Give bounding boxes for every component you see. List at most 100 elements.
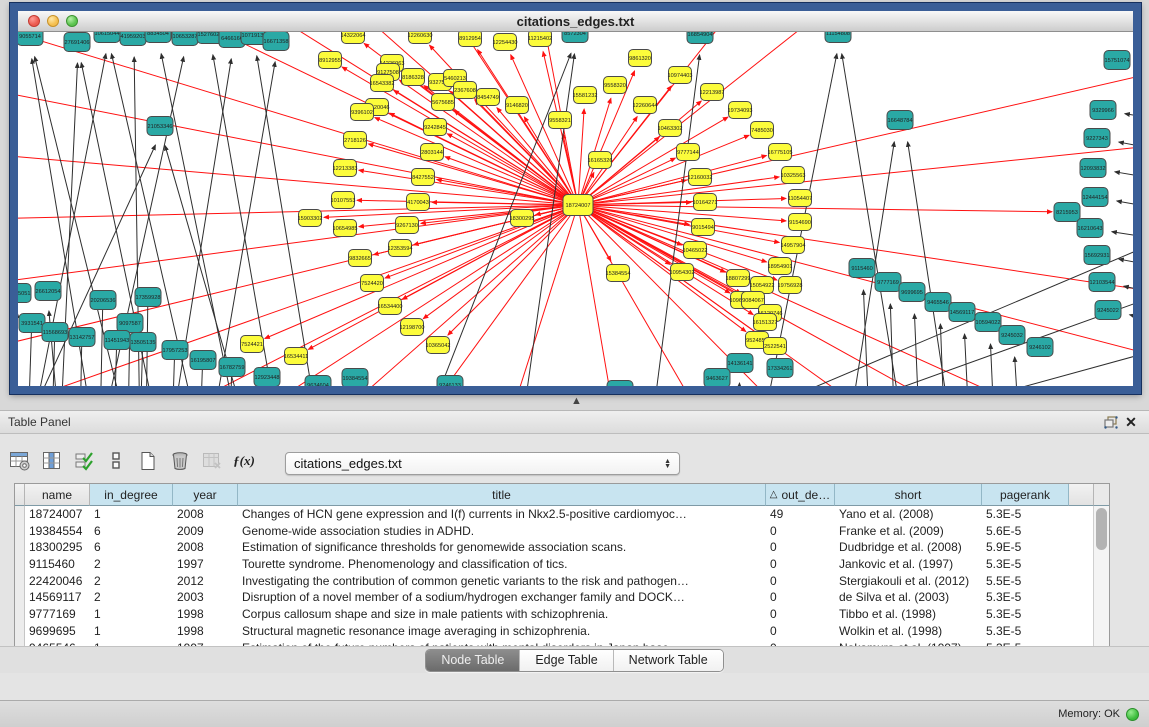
- select-rows-button[interactable]: [72, 449, 96, 473]
- table-row[interactable]: 1938455462009Genome-wide association stu…: [15, 523, 1109, 540]
- graph-node[interactable]: 9465546: [925, 293, 951, 312]
- graph-node[interactable]: 9154690: [789, 214, 812, 231]
- tab-node-table[interactable]: Node Table: [426, 650, 520, 671]
- graph-node[interactable]: 12213383: [333, 160, 358, 177]
- minimize-window-button[interactable]: [47, 15, 59, 27]
- graph-node[interactable]: 15054922: [750, 277, 775, 294]
- table-row[interactable]: 2242004622012Investigating the contribut…: [15, 573, 1109, 590]
- graph-node[interactable]: 9558321: [549, 112, 572, 129]
- graph-node[interactable]: 3931541: [19, 314, 45, 333]
- graph-node[interactable]: 17957253: [162, 341, 188, 360]
- graph-node[interactable]: 12353594: [388, 240, 413, 257]
- graph-node[interactable]: 12160032: [688, 169, 713, 186]
- graph-node[interactable]: 8186328: [402, 69, 425, 86]
- tab-network-table[interactable]: Network Table: [614, 650, 723, 671]
- graph-node[interactable]: 9832665: [349, 250, 372, 267]
- graph-node[interactable]: 9463627: [704, 369, 730, 387]
- graph-node[interactable]: 9777144: [677, 144, 700, 161]
- column-header-title[interactable]: title: [238, 484, 766, 506]
- graph-node[interactable]: 2718126: [344, 132, 367, 149]
- delete-table-button[interactable]: [200, 449, 224, 473]
- column-header-out_degree[interactable]: △out_de…: [766, 484, 835, 506]
- graph-node[interactable]: 16648784: [887, 111, 913, 130]
- graph-node[interactable]: 15751074: [1104, 51, 1130, 70]
- graph-node[interactable]: 15692931: [1084, 246, 1110, 265]
- graph-node[interactable]: 10954302: [670, 264, 695, 281]
- graph-node[interactable]: 12103544: [1089, 273, 1115, 292]
- graph-node[interactable]: 8427552: [412, 169, 435, 186]
- network-canvas[interactable]: 9055714276914061061504441959203883450410…: [18, 32, 1133, 386]
- graph-node[interactable]: 16854904: [687, 32, 713, 44]
- graph-node[interactable]: 10974403: [668, 67, 693, 84]
- graph-node[interactable]: 41959203: [120, 32, 146, 46]
- graph-node[interactable]: 10615044: [94, 32, 120, 43]
- close-panel-button[interactable]: ✕: [1121, 413, 1141, 431]
- graph-node[interactable]: 18300295: [510, 210, 535, 227]
- graph-node[interactable]: 11451943: [104, 331, 130, 350]
- graph-node[interactable]: 14569117: [949, 303, 975, 322]
- graph-node[interactable]: 9329966: [1090, 101, 1116, 120]
- graph-node[interactable]: 25205051: [18, 284, 31, 303]
- graph-node[interactable]: 15384554: [606, 265, 631, 282]
- close-window-button[interactable]: [28, 15, 40, 27]
- graph-node[interactable]: 12444154: [1082, 188, 1108, 207]
- graph-node[interactable]: 9015494: [692, 219, 715, 236]
- graph-node[interactable]: 8912955: [319, 52, 342, 69]
- graph-node[interactable]: 10463302: [658, 120, 683, 137]
- graph-node[interactable]: 13505135: [130, 333, 156, 352]
- float-panel-button[interactable]: [1101, 413, 1121, 431]
- graph-node[interactable]: 11215402: [528, 32, 552, 47]
- graph-node[interactable]: 16775105: [768, 144, 793, 161]
- table-row[interactable]: 977716911998Corpus callosum shape and si…: [15, 606, 1109, 623]
- graph-node[interactable]: 18807299: [726, 270, 751, 287]
- graph-node[interactable]: 9055714: [18, 32, 43, 46]
- graph-node[interactable]: 13142757: [69, 328, 95, 347]
- graph-node[interactable]: 19734093: [728, 102, 753, 119]
- graph-node[interactable]: 9558320: [604, 77, 627, 94]
- graph-node[interactable]: 16210643: [1077, 219, 1103, 238]
- graph-node[interactable]: 2803144: [421, 144, 444, 161]
- graph-node[interactable]: 10316002: [607, 381, 633, 387]
- graph-node[interactable]: 18954901: [768, 258, 793, 275]
- graph-node[interactable]: 17359928: [135, 288, 161, 307]
- column-header-pagerank[interactable]: pagerank: [982, 484, 1069, 506]
- graph-node[interactable]: 18724007: [563, 195, 593, 216]
- graph-node[interactable]: 16671358: [263, 32, 289, 51]
- graph-node[interactable]: 17334261: [767, 359, 793, 378]
- graph-node[interactable]: 8454749: [477, 89, 500, 106]
- graph-node[interactable]: 16151327: [753, 314, 778, 331]
- graph-node[interactable]: 7524421: [241, 336, 264, 353]
- graph-node[interactable]: 12923448: [254, 368, 280, 387]
- zoom-window-button[interactable]: [66, 15, 78, 27]
- graph-node[interactable]: 9267130: [396, 217, 419, 234]
- table-row[interactable]: 1456911722003Disruption of a novel membe…: [15, 589, 1109, 606]
- graph-node[interactable]: 8572304: [562, 32, 588, 43]
- graph-node[interactable]: 9634604: [305, 376, 331, 387]
- graph-node[interactable]: 9699695: [899, 283, 925, 302]
- graph-node[interactable]: 8834504: [145, 32, 171, 43]
- graph-node[interactable]: 9146820: [506, 97, 529, 114]
- graph-node[interactable]: 12254430: [493, 34, 518, 51]
- graph-node[interactable]: 16543382: [370, 75, 395, 92]
- graph-node[interactable]: 14136141: [727, 354, 753, 373]
- graph-node[interactable]: 10465022: [683, 242, 708, 259]
- graph-node[interactable]: 9861320: [629, 50, 652, 67]
- graph-node[interactable]: 16534411: [284, 348, 308, 365]
- graph-node[interactable]: 9777169: [875, 273, 901, 292]
- graph-node[interactable]: 12093832: [1080, 159, 1106, 178]
- graph-node[interactable]: 9097587: [117, 314, 143, 333]
- graph-node[interactable]: 14957904: [781, 237, 806, 254]
- graph-node[interactable]: 16782759: [219, 358, 245, 377]
- graph-node[interactable]: 9245032: [999, 326, 1025, 345]
- graph-node[interactable]: 7485030: [751, 122, 774, 139]
- graph-node[interactable]: 10594022: [975, 313, 1001, 332]
- graph-node[interactable]: 19756928: [778, 277, 803, 294]
- graph-node[interactable]: 12260644: [633, 97, 658, 114]
- graph-node[interactable]: 12198700: [400, 319, 425, 336]
- graph-node[interactable]: 21053346: [147, 117, 173, 136]
- graph-node[interactable]: 12260630: [408, 32, 433, 44]
- graph-node[interactable]: 9246102: [1027, 338, 1053, 357]
- graph-node[interactable]: 11054407: [788, 190, 812, 207]
- function-builder-button[interactable]: ƒ(x): [232, 449, 256, 473]
- column-header-in_degree[interactable]: in_degree: [90, 484, 173, 506]
